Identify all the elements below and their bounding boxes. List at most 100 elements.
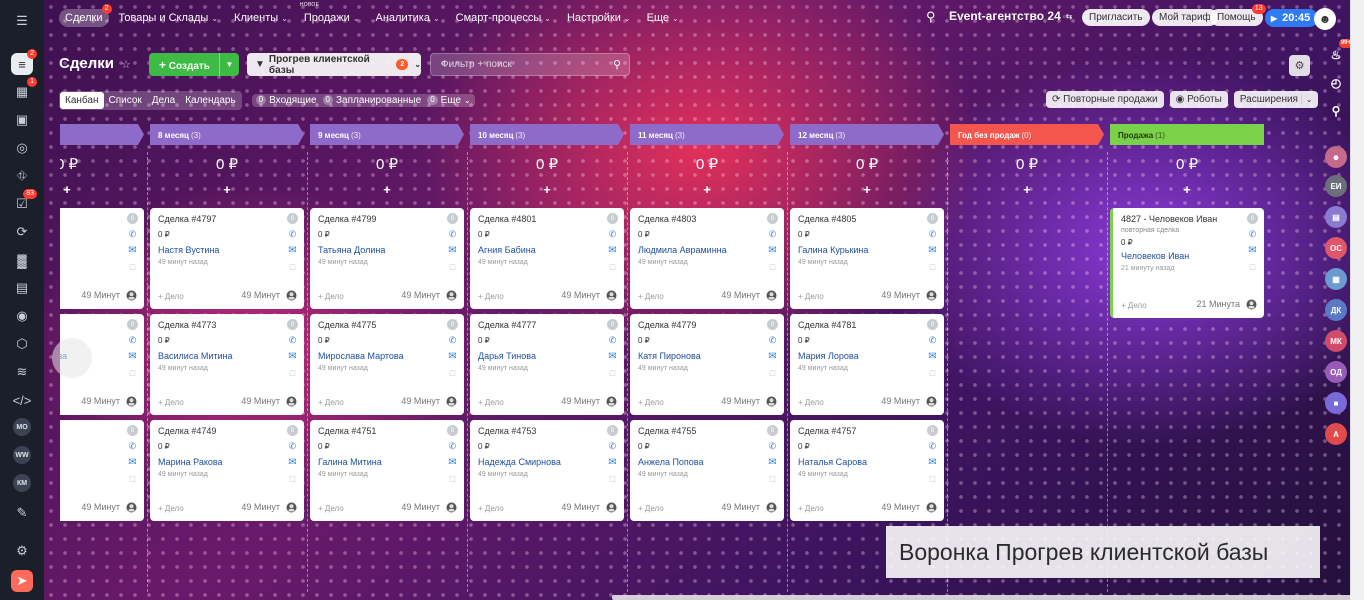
deal-card[interactable]: Сделка #4755 0 ₽ Анжела Попова 49 минут наз… [630, 420, 784, 521]
phone-icon[interactable]: ✆ [1247, 229, 1258, 240]
phone-icon[interactable]: ✆ [447, 335, 458, 346]
deal-card[interactable]: Сделка #4801 0 ₽ Агния Бабина 49 минут наза… [470, 208, 624, 309]
column-header[interactable]: 8 месяц (3) [150, 124, 304, 145]
nav-item-5[interactable]: Смарт-процессы ⌄ [450, 9, 557, 27]
phone-icon[interactable]: ✆ [927, 335, 938, 346]
chat-search-icon[interactable]: ⚲ [1325, 100, 1347, 122]
help-button[interactable]: Помощь 13 [1210, 4, 1266, 26]
phone-icon[interactable]: ✆ [607, 335, 618, 346]
deal-title[interactable]: Сделка #4803 [638, 214, 776, 224]
kanban-settings-icon[interactable]: ⚙ [1289, 55, 1310, 76]
add-activity-link[interactable]: + Дело [638, 398, 664, 407]
avatar-photo-4[interactable]: ■ [1325, 392, 1347, 414]
add-activity-link[interactable]: + Дело [638, 292, 664, 301]
nav-item-7[interactable]: Еще ⌄ [641, 9, 685, 27]
phone-icon[interactable]: ✆ [767, 335, 778, 346]
deal-card[interactable]: Сделка #4797 0 ₽ Настя Вустина 49 минут наз… [150, 208, 304, 309]
deal-title[interactable]: Сделка #4747 [60, 426, 136, 436]
contact-link[interactable]: Мирослава Мартова [318, 351, 456, 361]
contact-link[interactable]: Дарья Тинова [478, 351, 616, 361]
add-activity-link[interactable]: + Дело [478, 292, 504, 301]
contact-link[interactable]: Галина Курькина [798, 245, 936, 255]
phone-icon[interactable]: ✆ [127, 441, 138, 452]
email-icon[interactable]: ✉ [927, 245, 938, 256]
contact-link[interactable]: Василиса Митина [158, 351, 296, 361]
contact-link[interactable]: Надежда Смирнова [478, 457, 616, 467]
chat-icon[interactable]: □ [447, 261, 458, 272]
deal-card[interactable]: 4827 - Человеков Иван повторная сделка 0 ₽… [1110, 208, 1264, 318]
menu-icon[interactable]: ☰ [11, 10, 33, 32]
contact-link[interactable]: Анжела Попова [638, 457, 776, 467]
view-tab-2[interactable]: Дела [147, 92, 180, 109]
bell-icon[interactable]: ♨ 99+ [1325, 39, 1353, 66]
deal-title[interactable]: Сделка #4757 [798, 426, 936, 436]
email-icon[interactable]: ✉ [767, 245, 778, 256]
add-activity-link[interactable]: + Дело [318, 504, 344, 513]
planned-filter[interactable]: 0 Запланированные [322, 95, 421, 106]
funnel-selector[interactable]: ▼ Прогрев клиентской базы 2 ⌄ [247, 53, 421, 76]
deal-card[interactable]: Сделка #4803 0 ₽ Людмила Авраминна 49 минут… [630, 208, 784, 309]
avatar-photo-1[interactable]: ☻ [1325, 146, 1347, 168]
phone-icon[interactable]: ✆ [767, 441, 778, 452]
contact-link[interactable]: Галина Митина [318, 457, 456, 467]
avatar-dk[interactable]: ДК [1325, 299, 1347, 321]
deal-title[interactable]: Сделка #4773 [158, 320, 296, 330]
avatar-ei[interactable]: ЕИ [1325, 175, 1347, 197]
email-icon[interactable]: ✉ [927, 351, 938, 362]
add-activity-link[interactable]: + Дело [1121, 301, 1147, 310]
responsible-avatar-icon[interactable] [1246, 299, 1257, 310]
email-icon[interactable]: ✉ [127, 351, 138, 362]
deal-title[interactable]: 4827 - Человеков Иван [1121, 214, 1256, 224]
deal-title[interactable]: Сделка #4805 [798, 214, 936, 224]
chat-icon[interactable]: □ [127, 261, 138, 272]
chat-icon[interactable]: □ [607, 367, 618, 378]
chat-icon[interactable]: □ [447, 473, 458, 484]
column-header[interactable]: Год без продаж (0) [950, 124, 1104, 145]
market-icon[interactable]: ≋ [11, 361, 33, 383]
add-deal-button[interactable]: + [60, 182, 144, 197]
chat-icon[interactable]: □ [927, 367, 938, 378]
time-button[interactable]: ▶ 20:45 [1265, 9, 1319, 27]
vertical-scrollbar[interactable] [1350, 0, 1364, 600]
email-icon[interactable]: ✉ [927, 457, 938, 468]
view-tab-1[interactable]: Список [104, 92, 147, 109]
search-icon[interactable]: ⚲ [926, 9, 936, 25]
contact-link[interactable]: Катя Пиронова [638, 351, 776, 361]
column-header[interactable]: 10 месяц (3) [470, 124, 624, 145]
phone-icon[interactable]: ✆ [127, 335, 138, 346]
robot-icon[interactable]: ◉ [11, 305, 33, 327]
phone-icon[interactable]: ✆ [447, 441, 458, 452]
chat-icon[interactable]: □ [927, 473, 938, 484]
deal-title[interactable]: Сделка #4775 [318, 320, 456, 330]
email-icon[interactable]: ✉ [1247, 245, 1258, 256]
add-activity-link[interactable]: + Дело [798, 504, 824, 513]
deal-title[interactable]: Сделка #4753 [478, 426, 616, 436]
add-activity-link[interactable]: + Дело [798, 398, 824, 407]
responsible-avatar-icon[interactable] [926, 290, 937, 301]
phone-icon[interactable]: ✆ [287, 229, 298, 240]
deal-title[interactable]: Сделка #4777 [478, 320, 616, 330]
phone-icon[interactable]: ✆ [927, 229, 938, 240]
responsible-avatar-icon[interactable] [926, 396, 937, 407]
chat-icon[interactable]: □ [127, 473, 138, 484]
deal-title[interactable]: Сделка #4771 [60, 320, 136, 330]
add-deal-button[interactable]: + [470, 182, 624, 197]
deal-card[interactable]: Сделка #4779 0 ₽ Катя Пиронова 49 минут наз… [630, 314, 784, 415]
phone-icon[interactable]: ✆ [287, 441, 298, 452]
responsible-avatar-icon[interactable] [766, 396, 777, 407]
analytics-icon[interactable]: ▓ [11, 249, 33, 271]
responsible-avatar-icon[interactable] [286, 290, 297, 301]
contact-link[interactable]: Агния Бабина [478, 245, 616, 255]
deal-card[interactable]: Сделка #4775 0 ₽ Мирослава Мартова 49 минут… [310, 314, 464, 415]
checklist-icon[interactable]: ☑ 83 [11, 189, 37, 215]
deal-title[interactable]: Сделка #4799 [318, 214, 456, 224]
email-icon[interactable]: ✉ [607, 457, 618, 468]
contact-card-icon[interactable]: ▤ [11, 277, 33, 299]
responsible-avatar-icon[interactable] [606, 502, 617, 513]
nav-item-3[interactable]: Продажи ⌄ НОВОЕ [298, 2, 366, 27]
target-icon[interactable]: ◎ [11, 137, 33, 159]
invite-button[interactable]: Пригласить [1082, 9, 1150, 26]
phone-icon[interactable]: ✆ [287, 335, 298, 346]
deal-title[interactable]: Сделка #4749 [158, 426, 296, 436]
column-header[interactable]: 7 месяц(3) [60, 124, 144, 145]
